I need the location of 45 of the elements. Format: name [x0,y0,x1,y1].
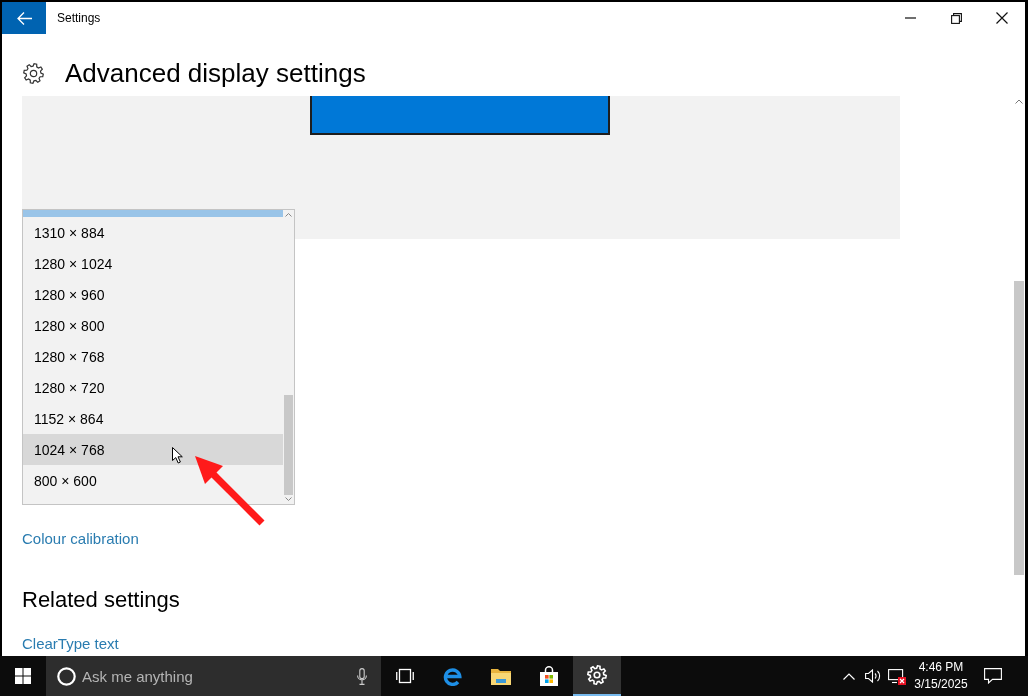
task-view-icon [396,668,414,684]
page-title: Advanced display settings [65,57,366,90]
scrollbar-thumb[interactable] [1014,281,1024,575]
gear-icon [587,665,607,685]
restore-icon [950,12,962,24]
shopping-bag-icon [539,666,559,686]
resolution-option[interactable]: 1152 × 864 [23,403,283,434]
speaker-icon [865,669,881,683]
calibration-link[interactable]: Colour calibration [22,529,139,549]
resolution-option[interactable]: 1280 × 960 [23,279,283,310]
folder-icon [491,667,511,685]
resolution-option[interactable]: 1280 × 1024 [23,248,283,279]
resolution-option[interactable]: 1280 × 768 [23,341,283,372]
monitor-error-icon [888,667,906,685]
back-button[interactable] [2,2,46,34]
monitor-tile[interactable] [310,96,610,135]
ring-icon [57,666,76,686]
minimize-icon [904,17,916,19]
resolution-option[interactable]: 1280 × 800 [23,310,283,341]
taskbar-button[interactable] [573,656,621,696]
mouse-cursor-icon [172,447,183,464]
scrollbar-thumb[interactable] [284,395,293,495]
resolution-option[interactable]: 800 × 600 [23,465,283,496]
chevron-up-icon[interactable] [1015,99,1023,104]
clock-time: 4:46 PM [918,659,964,676]
arrow-left-icon [16,11,32,25]
chevron-up-icon[interactable] [285,213,292,217]
resolution-option[interactable]: 1024 × 768 [23,434,283,465]
close-icon [996,12,1008,24]
window-title: Settings [57,11,101,25]
clock-date: 3/15/2025 [914,676,968,693]
microphone-icon[interactable] [357,667,367,685]
e-logo-icon [443,666,463,686]
windows-logo-icon [15,668,31,684]
annotation-arrow [195,456,265,526]
chevron-up-icon [843,672,855,680]
gear-icon [23,62,44,84]
related-link[interactable]: ClearType text [22,634,119,654]
search-box[interactable]: Ask me anything [46,656,381,696]
resolution-option[interactable]: 1280 × 720 [23,372,283,403]
section-heading: Related settings [22,586,180,614]
resolution-option[interactable]: 1310 × 884 [23,217,283,248]
search-field[interactable]: Ask me anything [82,665,357,687]
speech-bubble-icon [984,668,1002,684]
chevron-down-icon[interactable] [285,497,292,501]
